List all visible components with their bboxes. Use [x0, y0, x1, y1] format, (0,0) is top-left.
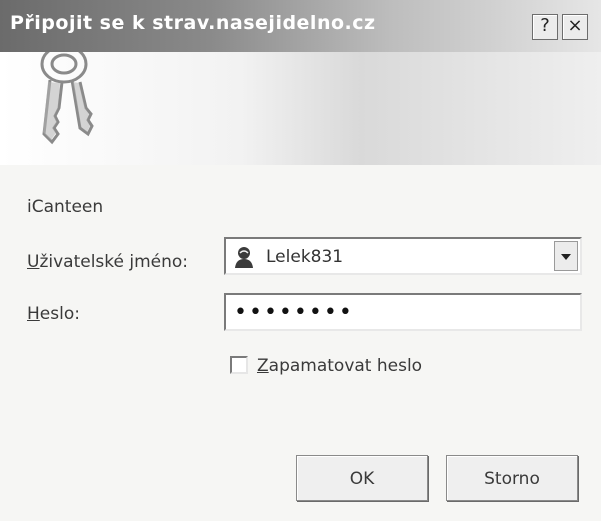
password-label-text: eslo: — [39, 304, 80, 324]
cancel-button[interactable]: Storno — [446, 455, 578, 501]
close-button[interactable]: × — [562, 14, 588, 40]
banner — [0, 52, 601, 165]
password-input[interactable]: •••••••• — [224, 293, 582, 331]
password-label: Heslo: — [27, 304, 80, 324]
remember-password-label[interactable]: Zapamatovat heslo — [257, 356, 422, 376]
password-mask: •••••••• — [234, 300, 354, 325]
remember-password-checkbox[interactable] — [230, 356, 248, 374]
remember-label-access-key: Z — [257, 356, 269, 376]
user-icon — [235, 247, 253, 268]
username-label-text: živatelské jméno: — [39, 252, 189, 272]
username-combobox[interactable]: Lelek831 — [224, 237, 582, 275]
login-dialog: Připojit se k strav.nasejidelno.cz ? × i… — [0, 0, 601, 521]
username-label: Uživatelské jméno: — [27, 252, 188, 272]
password-label-access-key: H — [27, 304, 40, 324]
username-value: Lelek831 — [266, 247, 344, 267]
username-dropdown-button[interactable] — [554, 241, 578, 271]
app-name-label: iCanteen — [27, 197, 104, 217]
remember-label-text: apamatovat heslo — [268, 356, 423, 376]
username-label-access-key: U — [27, 252, 40, 272]
chevron-down-icon — [561, 254, 571, 260]
help-button[interactable]: ? — [532, 14, 558, 40]
window-title: Připojit se k strav.nasejidelno.cz — [10, 12, 376, 34]
ok-button[interactable]: OK — [296, 455, 428, 501]
title-bar: Připojit se k strav.nasejidelno.cz ? × — [0, 0, 601, 52]
keys-icon — [40, 52, 94, 145]
